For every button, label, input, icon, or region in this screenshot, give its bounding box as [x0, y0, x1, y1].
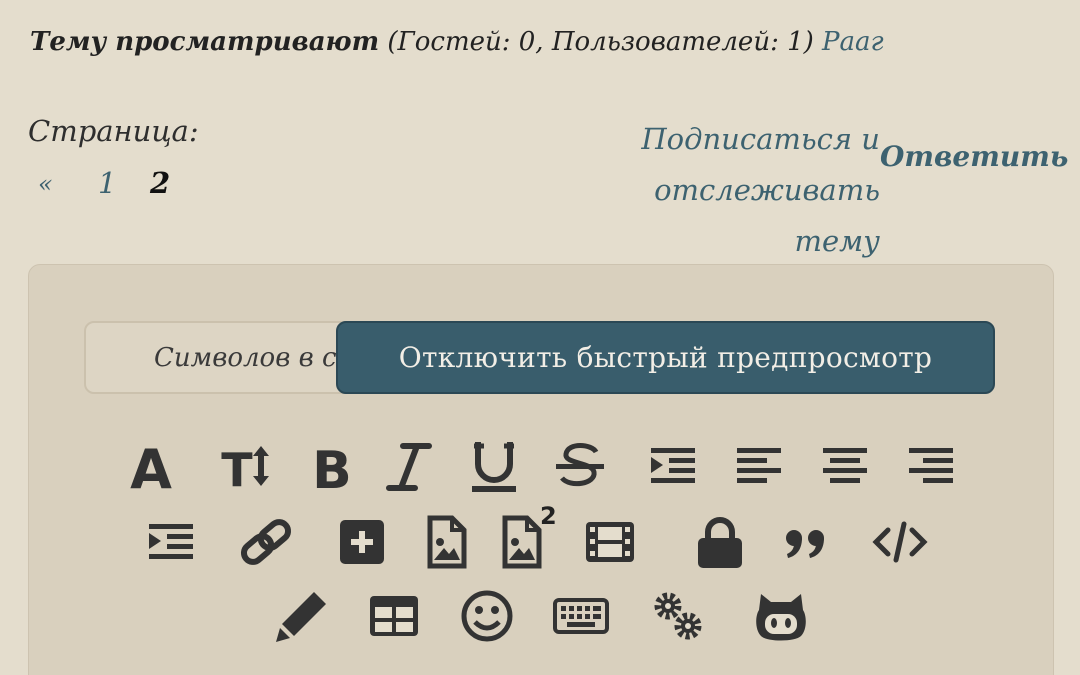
viewers-counts: (Гостей: 0, Пользователей: 1) [387, 27, 814, 57]
image-file-icon[interactable] [418, 514, 474, 570]
pagination: « 1 2 [38, 166, 170, 200]
svg-text:A: A [130, 438, 172, 494]
font-icon[interactable]: A [123, 438, 179, 494]
bold-icon[interactable]: B [304, 438, 360, 494]
font-size-icon[interactable]: T [215, 438, 271, 494]
subscribe-line-2: тему [794, 224, 880, 258]
indent-icon[interactable] [645, 438, 701, 494]
disable-preview-button[interactable]: Отключить быстрый предпросмотр [336, 321, 995, 394]
keyboard-icon[interactable] [553, 588, 609, 644]
settings-gears-icon[interactable] [650, 588, 706, 644]
prev-page-link[interactable]: « [38, 166, 98, 200]
align-left-icon[interactable] [731, 438, 787, 494]
page-current-2: 2 [150, 166, 171, 200]
github-icon[interactable] [753, 588, 809, 644]
viewer-user-link[interactable]: Рааг [822, 27, 884, 57]
subscribe-link[interactable]: Подписаться и отслеживать тему [600, 114, 880, 267]
page-label: Страница: [28, 114, 199, 148]
quote-icon[interactable] [778, 514, 834, 570]
italic-icon[interactable] [381, 438, 437, 494]
outdent-icon[interactable] [143, 514, 199, 570]
smiley-icon[interactable] [459, 588, 515, 644]
reply-link[interactable]: Ответить [880, 140, 1068, 173]
page-link-1[interactable]: 1 [98, 166, 150, 200]
strikethrough-icon[interactable] [552, 438, 608, 494]
subscribe-line-1: Подписаться и отслеживать [641, 122, 880, 207]
align-right-icon[interactable] [903, 438, 959, 494]
lock-icon[interactable] [692, 514, 748, 570]
code-icon[interactable] [872, 514, 928, 570]
table-icon[interactable] [366, 588, 422, 644]
viewers-label: Тему просматривают [30, 27, 380, 57]
underline-icon[interactable] [466, 438, 522, 494]
pencil-icon[interactable] [274, 588, 330, 644]
attach-badge: 2 [540, 502, 557, 530]
align-center-icon[interactable] [817, 438, 873, 494]
svg-text:T: T [221, 443, 253, 494]
svg-text:B: B [312, 441, 352, 494]
video-icon[interactable] [582, 514, 638, 570]
add-box-icon[interactable] [334, 514, 390, 570]
link-icon[interactable] [238, 514, 294, 570]
viewers-line: Тему просматривают (Гостей: 0, Пользоват… [30, 27, 884, 57]
